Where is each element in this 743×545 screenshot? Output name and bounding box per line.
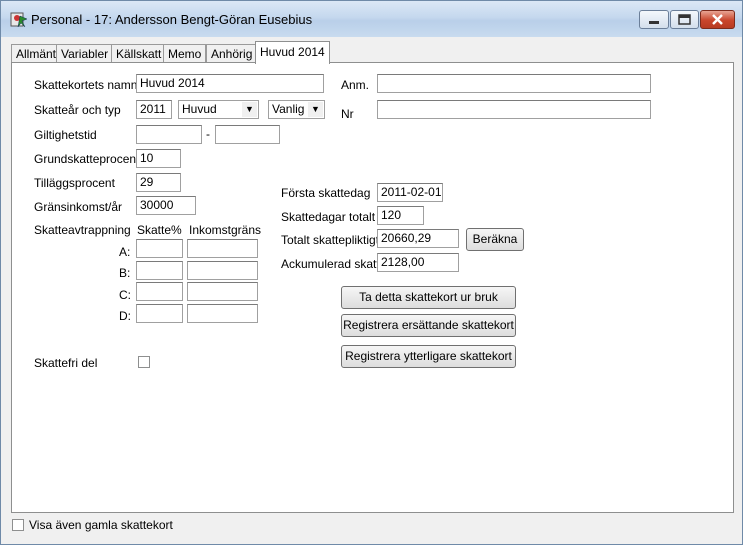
- skattefri-label: Skattefri del: [34, 356, 98, 370]
- skatte-pct-header: Skatte%: [137, 223, 182, 237]
- row-a-label: A:: [119, 245, 131, 259]
- app-icon: [10, 12, 28, 28]
- ar-input[interactable]: 2011: [136, 100, 172, 119]
- visa-gamla-label: Visa även gamla skattekort: [29, 518, 173, 532]
- anm-label: Anm.: [341, 78, 370, 92]
- tillagg-label: Tilläggsprocent: [34, 176, 115, 190]
- nr-label: Nr: [341, 107, 354, 121]
- row-d-inkomst-input[interactable]: [187, 304, 258, 323]
- namn-label: Skattekortets namn: [34, 78, 138, 92]
- window-title: Personal - 17: Andersson Bengt-Göran Eus…: [31, 12, 313, 27]
- inkomstgrans-header: Inkomstgräns: [189, 223, 262, 237]
- tab-kallskatt[interactable]: Källskatt: [111, 44, 167, 63]
- grund-label: Grundskatteprocent: [34, 152, 140, 166]
- tab-label: Allmänt: [16, 47, 57, 61]
- forsta-input[interactable]: 2011-02-01: [377, 183, 443, 202]
- title-bar[interactable]: Personal - 17: Andersson Bengt-Göran Eus…: [1, 1, 742, 37]
- chevron-down-icon[interactable]: ▼: [242, 102, 257, 117]
- maximize-icon: [678, 14, 691, 25]
- totalt-input[interactable]: 20660,29: [377, 229, 459, 248]
- avtrappning-label: Skatteavtrappning: [34, 223, 131, 237]
- giltighet-to-input[interactable]: [215, 125, 280, 144]
- variant-select[interactable]: Vanlig ▼: [268, 100, 325, 119]
- tab-allmant[interactable]: Allmänt: [11, 44, 62, 63]
- dagar-label: Skattedagar totalt: [281, 210, 376, 224]
- minimize-button[interactable]: [639, 10, 669, 29]
- tab-huvud-2014[interactable]: Huvud 2014: [255, 41, 330, 64]
- typ-select[interactable]: Huvud ▼: [178, 100, 259, 119]
- tab-label: Memo: [168, 47, 202, 61]
- ar-typ-label: Skatteår och typ: [34, 103, 121, 117]
- chevron-down-icon[interactable]: ▼: [308, 102, 323, 117]
- grans-label: Gränsinkomst/år: [34, 200, 123, 214]
- maximize-button[interactable]: [670, 10, 699, 29]
- grund-input[interactable]: 10: [136, 149, 181, 168]
- minimize-icon: [649, 21, 659, 24]
- row-d-skatte-input[interactable]: [136, 304, 183, 323]
- tab-memo[interactable]: Memo: [163, 44, 207, 63]
- tab-variabler[interactable]: Variabler: [56, 44, 114, 63]
- tab-label: Anhörig: [211, 47, 253, 61]
- tab-label: Källskatt: [116, 47, 162, 61]
- row-b-label: B:: [119, 266, 131, 280]
- registrera-ersattande-button[interactable]: Registrera ersättande skattekort: [341, 314, 516, 337]
- close-button[interactable]: [700, 10, 735, 29]
- tab-anhorig[interactable]: Anhörig: [206, 44, 258, 63]
- berakna-button[interactable]: Beräkna: [466, 228, 524, 251]
- row-b-skatte-input[interactable]: [136, 261, 183, 280]
- row-c-inkomst-input[interactable]: [187, 282, 258, 301]
- tillagg-input[interactable]: 29: [136, 173, 181, 192]
- close-icon: [712, 14, 723, 25]
- namn-input[interactable]: Huvud 2014: [136, 74, 324, 93]
- row-a-skatte-input[interactable]: [136, 239, 183, 258]
- ackumulerad-input[interactable]: 2128,00: [377, 253, 459, 272]
- anm-input[interactable]: [377, 74, 651, 93]
- tab-panel: Skattekortets namn Huvud 2014 Skatteår o…: [11, 62, 734, 513]
- row-a-inkomst-input[interactable]: [187, 239, 258, 258]
- forsta-label: Första skattedag: [281, 186, 371, 200]
- tab-label: Huvud 2014: [260, 45, 325, 59]
- personal-window: Personal - 17: Andersson Bengt-Göran Eus…: [0, 0, 743, 545]
- grans-input[interactable]: 30000: [136, 196, 196, 215]
- row-c-skatte-input[interactable]: [136, 282, 183, 301]
- giltighet-from-input[interactable]: [136, 125, 202, 144]
- ackumulerad-label: Ackumulerad skatt: [281, 257, 380, 271]
- typ-select-value: Huvud: [182, 102, 217, 116]
- skattefri-checkbox[interactable]: [138, 356, 150, 368]
- row-d-label: D:: [119, 309, 131, 323]
- dagar-input[interactable]: 120: [377, 206, 424, 225]
- visa-gamla-checkbox[interactable]: [12, 519, 24, 531]
- registrera-ytterligare-button[interactable]: Registrera ytterligare skattekort: [341, 345, 516, 368]
- ta-ur-bruk-button[interactable]: Ta detta skattekort ur bruk: [341, 286, 516, 309]
- totalt-label: Totalt skattepliktigt: [281, 233, 380, 247]
- row-c-label: C:: [119, 288, 131, 302]
- variant-select-value: Vanlig: [272, 102, 305, 116]
- giltighet-label: Giltighetstid: [34, 128, 97, 142]
- nr-input[interactable]: [377, 100, 651, 119]
- giltighet-separator: -: [206, 127, 210, 141]
- tab-label: Variabler: [61, 47, 109, 61]
- row-b-inkomst-input[interactable]: [187, 261, 258, 280]
